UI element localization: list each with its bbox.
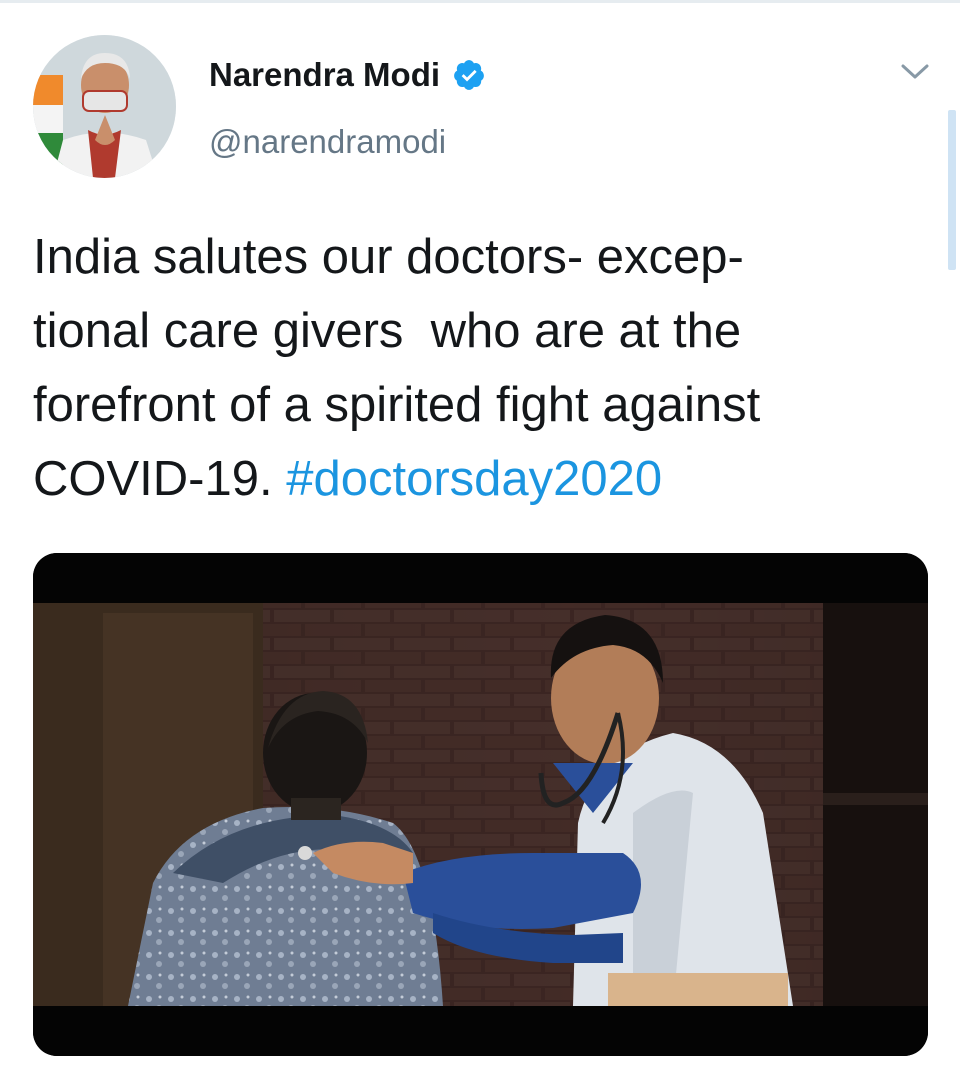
top-divider: [0, 0, 960, 3]
author-handle[interactable]: @narendramodi: [209, 122, 446, 162]
tweet-text-line: forefront of a spirited fight against: [33, 378, 761, 432]
hashtag-link[interactable]: #doctorsday2020: [286, 452, 662, 506]
avatar[interactable]: [33, 35, 176, 178]
scrollbar[interactable]: [948, 110, 956, 270]
tweet-text-line: India salutes our doctors- excep-: [33, 230, 744, 284]
tweet-text-line: COVID-19.: [33, 452, 287, 506]
display-name[interactable]: Narendra Modi: [209, 55, 440, 95]
profile-photo-icon: [33, 35, 176, 178]
chevron-down-icon[interactable]: [899, 60, 931, 84]
doctor-examining-patient-image: [33, 553, 928, 1056]
verified-badge-icon: [452, 58, 486, 92]
tweet-text: India salutes our doctors- excep- tional…: [33, 220, 933, 516]
tweet-text-line: tional care givers who are at the: [33, 304, 742, 358]
tweet-text-last-line: COVID-19. #doctorsday2020: [33, 442, 933, 516]
tweet-media[interactable]: [33, 553, 928, 1056]
author-name-row: Narendra Modi: [209, 55, 486, 95]
